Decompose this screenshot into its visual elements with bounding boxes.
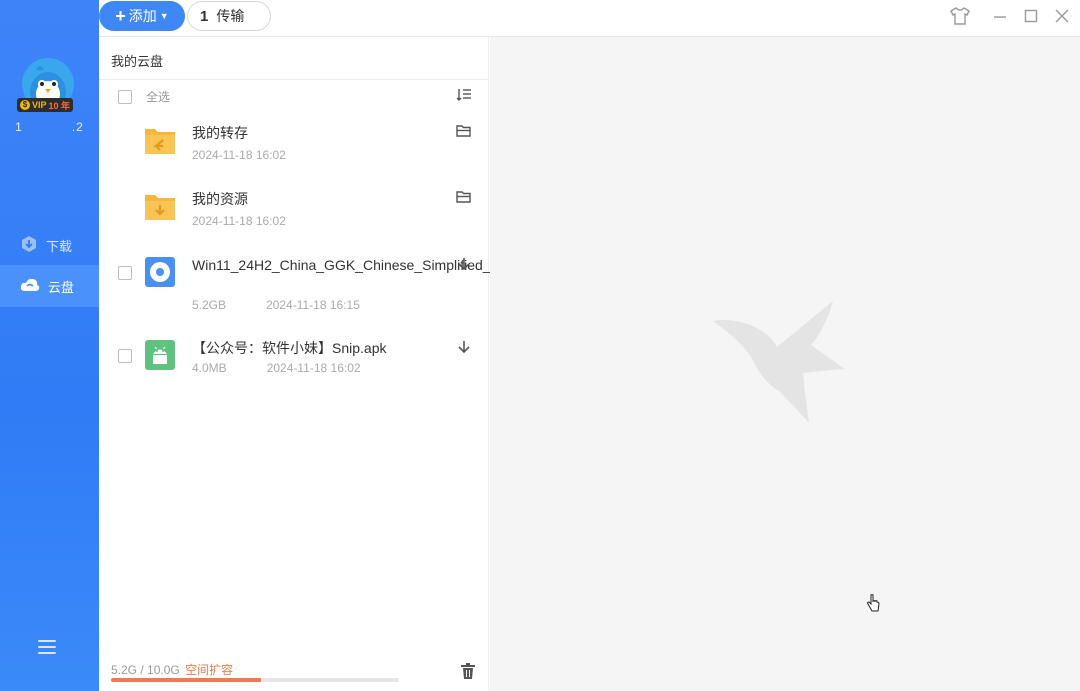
sidebar-item-download[interactable]: 下载 <box>0 224 99 266</box>
select-all-label: 全选 <box>146 90 171 104</box>
cloud-icon <box>20 277 40 296</box>
file-panel: 我的云盘 全选 我的转存 2024-11-18 16:02 我的资源 2024-… <box>99 37 535 691</box>
plus-icon: + <box>115 6 126 26</box>
folder-transfer-icon <box>144 124 176 156</box>
open-folder-icon[interactable] <box>456 190 474 208</box>
page-title: 我的云盘 <box>111 54 164 69</box>
vip-badge: $ VIP 10 年 <box>17 98 74 112</box>
file-name[interactable]: 【公众号：软件小妹】Snip.apk <box>192 339 442 358</box>
android-apk-icon <box>144 339 176 371</box>
open-folder-icon[interactable] <box>456 124 474 142</box>
sidebar: $ VIP 10 年 1 .2 下载 云盘 <box>0 0 99 691</box>
file-name[interactable]: Win11_24H2_China_GGK_Chinese_Simplified_… <box>192 256 535 275</box>
hamburger-menu-icon[interactable] <box>38 640 56 654</box>
hand-cursor-icon <box>866 594 880 614</box>
file-meta: 2024-11-18 16:02 <box>192 148 286 162</box>
maximize-icon[interactable] <box>1021 6 1041 26</box>
transfer-button[interactable]: 1 传输 <box>187 1 271 31</box>
transfer-label: 传输 <box>216 8 245 24</box>
caret-down-icon: ▼ <box>159 11 169 21</box>
download-shield-icon <box>20 235 38 256</box>
file-meta: 4.0MB 2024-11-18 16:02 <box>192 361 361 375</box>
list-item[interactable]: Win11_24H2_China_GGK_Chinese_Simplified_… <box>99 256 535 316</box>
divider <box>99 79 489 80</box>
transfer-count: 1 <box>200 7 209 25</box>
coin-icon: $ <box>20 100 30 110</box>
list-item[interactable]: 我的转存 2024-11-18 16:02 <box>99 124 489 184</box>
file-date: 2024-11-18 16:02 <box>192 148 286 162</box>
vip-years: 10 年 <box>48 100 71 111</box>
folder-resource-icon <box>144 190 176 222</box>
preview-pane <box>490 37 1080 691</box>
storage-usage: 5.2G / 10.0G 空间扩容 <box>111 661 233 678</box>
sort-list-icon[interactable] <box>456 88 472 102</box>
username: 1 .2 <box>15 120 84 134</box>
file-meta: 5.2GB 2024-11-18 16:15 <box>192 298 360 312</box>
vip-label: VIP <box>32 100 47 110</box>
disc-image-icon <box>144 256 176 288</box>
top-bar: + 添加 ▼ 1 传输 <box>99 0 1080 37</box>
hummingbird-logo-icon <box>713 299 848 424</box>
file-date: 2024-11-18 16:02 <box>266 361 361 375</box>
file-date: 2024-11-18 16:15 <box>266 298 360 312</box>
file-meta: 2024-11-18 16:02 <box>192 214 286 228</box>
file-size: 5.2GB <box>192 298 227 312</box>
app-window: $ VIP 10 年 1 .2 下载 云盘 + 添加 ▼ 1 传输 我的云盘 全… <box>0 0 1080 691</box>
download-arrow-icon[interactable] <box>456 339 474 357</box>
storage-progress-fill <box>111 678 261 682</box>
select-all[interactable]: 全选 <box>118 88 170 105</box>
sidebar-item-cloud[interactable]: 云盘 <box>0 265 99 307</box>
trash-icon[interactable] <box>461 663 475 679</box>
file-size: 4.0MB <box>192 361 227 375</box>
row-checkbox[interactable] <box>118 349 132 363</box>
add-button[interactable]: + 添加 ▼ <box>99 1 185 31</box>
storage-used-text: 5.2G / 10.0G <box>111 663 180 677</box>
select-all-checkbox[interactable] <box>118 89 132 104</box>
list-item[interactable]: 我的资源 2024-11-18 16:02 <box>99 190 489 250</box>
sidebar-item-label: 云盘 <box>48 279 75 295</box>
add-button-label: 添加 <box>128 8 157 24</box>
file-date: 2024-11-18 16:02 <box>192 214 286 228</box>
file-name[interactable]: 我的资源 <box>192 190 442 209</box>
download-arrow-icon[interactable] <box>456 256 474 274</box>
skin-shirt-icon[interactable] <box>950 6 970 26</box>
storage-progress-bar <box>111 678 399 682</box>
row-checkbox[interactable] <box>118 266 132 280</box>
storage-upgrade-link[interactable]: 空间扩容 <box>185 663 233 677</box>
close-icon[interactable] <box>1052 6 1072 26</box>
minimize-icon[interactable] <box>990 6 1010 26</box>
list-item[interactable]: 【公众号：软件小妹】Snip.apk 4.0MB 2024-11-18 16:0… <box>99 339 489 399</box>
file-name[interactable]: 我的转存 <box>192 124 442 143</box>
sidebar-item-label: 下载 <box>46 238 73 254</box>
